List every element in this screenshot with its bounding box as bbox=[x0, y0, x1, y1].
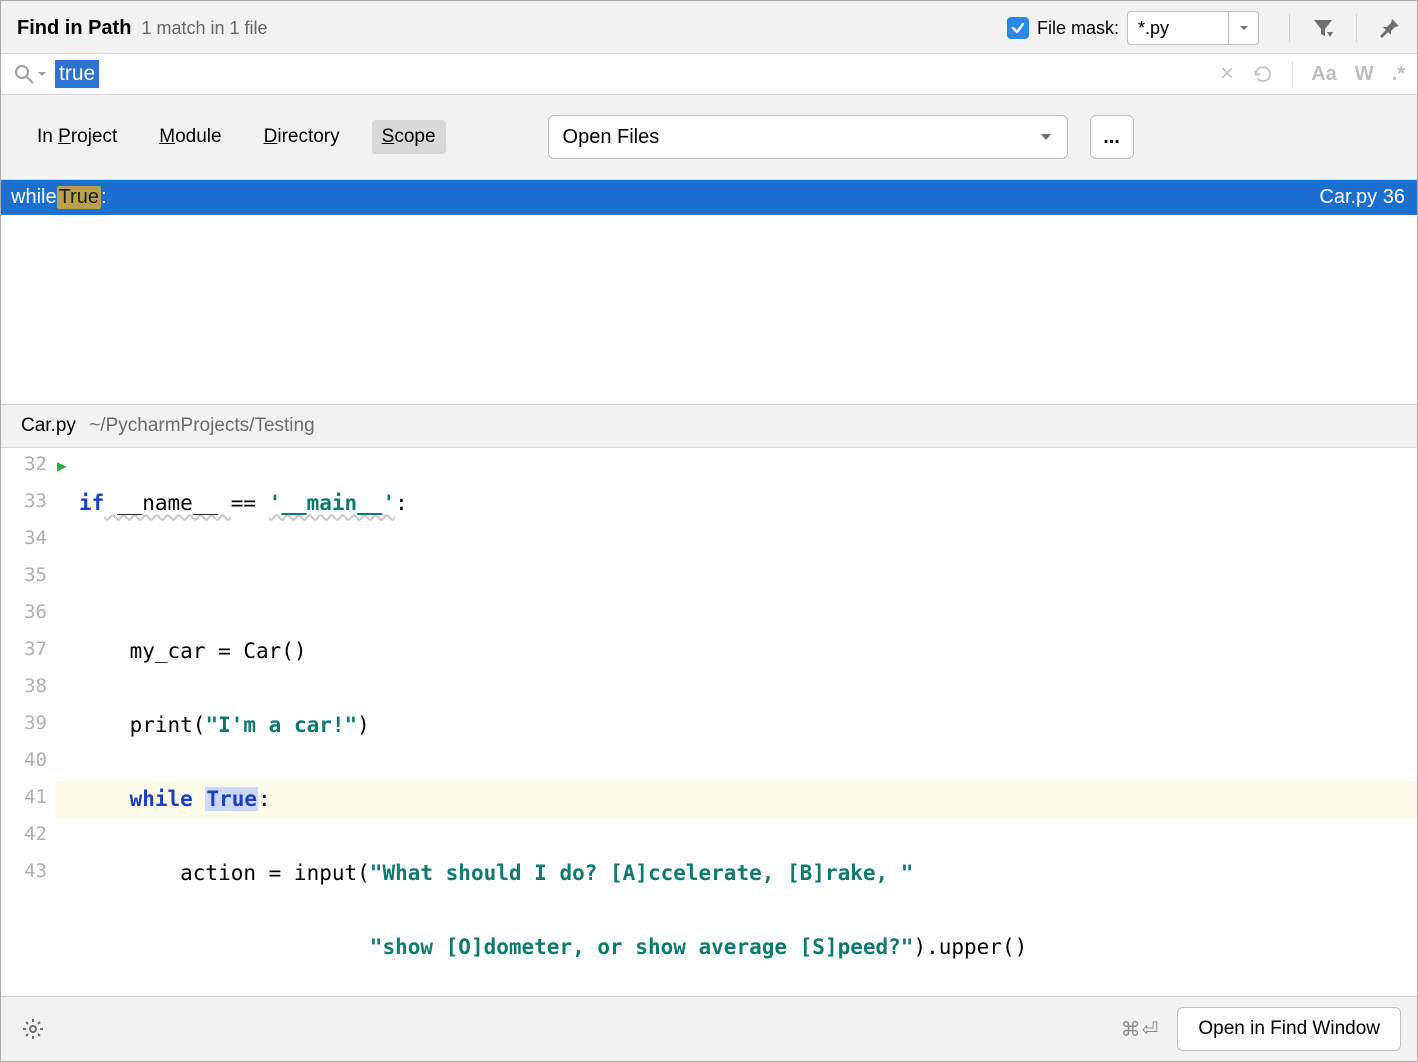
gear-icon[interactable] bbox=[21, 1017, 45, 1041]
match-case-toggle[interactable]: Aa bbox=[1311, 63, 1337, 86]
tab-directory[interactable]: Directory bbox=[254, 120, 350, 154]
scope-dropdown-label: Open Files bbox=[563, 126, 660, 149]
scope-dropdown[interactable]: Open Files bbox=[548, 115, 1068, 159]
search-query-text: true bbox=[55, 60, 99, 88]
tab-module[interactable]: Module bbox=[149, 120, 231, 154]
file-mask-dropdown[interactable] bbox=[1228, 12, 1258, 44]
search-result-row[interactable]: while True: Car.py 36 bbox=[1, 180, 1417, 215]
run-gutter-icon[interactable]: ▶ bbox=[57, 452, 67, 480]
whole-word-toggle[interactable]: W bbox=[1355, 63, 1374, 86]
match-count: 1 match in 1 file bbox=[141, 18, 267, 39]
file-mask-label: File mask: bbox=[1037, 18, 1119, 39]
preview-filename: Car.py bbox=[21, 415, 76, 436]
separator bbox=[1292, 61, 1293, 87]
title-bar: Find in Path 1 match in 1 file File mask… bbox=[1, 1, 1417, 54]
result-file: Car.py bbox=[1319, 186, 1377, 208]
separator bbox=[1289, 14, 1290, 42]
bottom-bar: ⌘⏎ Open in Find Window bbox=[1, 996, 1417, 1061]
results-empty-area bbox=[1, 215, 1417, 405]
search-input[interactable]: true bbox=[53, 60, 1220, 88]
preview-header: Car.py ~/PycharmProjects/Testing bbox=[1, 405, 1417, 448]
keyboard-shortcut: ⌘⏎ bbox=[1121, 1017, 1160, 1042]
result-suffix: : bbox=[101, 186, 107, 209]
tab-scope[interactable]: Scope bbox=[372, 120, 446, 154]
search-icon[interactable] bbox=[13, 63, 47, 85]
tab-in-project[interactable]: In Project bbox=[27, 120, 127, 154]
file-mask-group: File mask: bbox=[1007, 11, 1259, 45]
result-match-highlight: True bbox=[57, 186, 101, 209]
chevron-down-icon bbox=[1039, 130, 1053, 144]
scope-ellipsis-button[interactable]: ... bbox=[1090, 115, 1134, 159]
file-mask-input[interactable] bbox=[1128, 18, 1228, 39]
filter-icon[interactable] bbox=[1312, 17, 1334, 39]
line-gutter: 32 33 34 35 36 37 38 39 40 41 42 43 bbox=[1, 448, 55, 996]
history-icon[interactable] bbox=[1252, 63, 1274, 85]
clear-icon[interactable]: × bbox=[1220, 60, 1234, 88]
dialog-title: Find in Path bbox=[17, 17, 131, 40]
file-mask-select[interactable] bbox=[1127, 11, 1259, 45]
result-prefix: while bbox=[11, 186, 57, 209]
regex-toggle[interactable]: .* bbox=[1392, 63, 1405, 86]
code-preview[interactable]: 32 33 34 35 36 37 38 39 40 41 42 43 ▶ if… bbox=[1, 448, 1417, 996]
result-line: 36 bbox=[1383, 186, 1405, 208]
scope-tabs-row: In Project Module Directory Scope Open F… bbox=[1, 95, 1417, 180]
separator bbox=[1356, 14, 1357, 42]
preview-path: ~/PycharmProjects/Testing bbox=[89, 415, 314, 436]
file-mask-checkbox[interactable] bbox=[1007, 17, 1029, 39]
open-in-find-window-button[interactable]: Open in Find Window bbox=[1177, 1007, 1401, 1051]
search-row: true × Aa W .* bbox=[1, 54, 1417, 95]
pin-icon[interactable] bbox=[1379, 17, 1401, 39]
